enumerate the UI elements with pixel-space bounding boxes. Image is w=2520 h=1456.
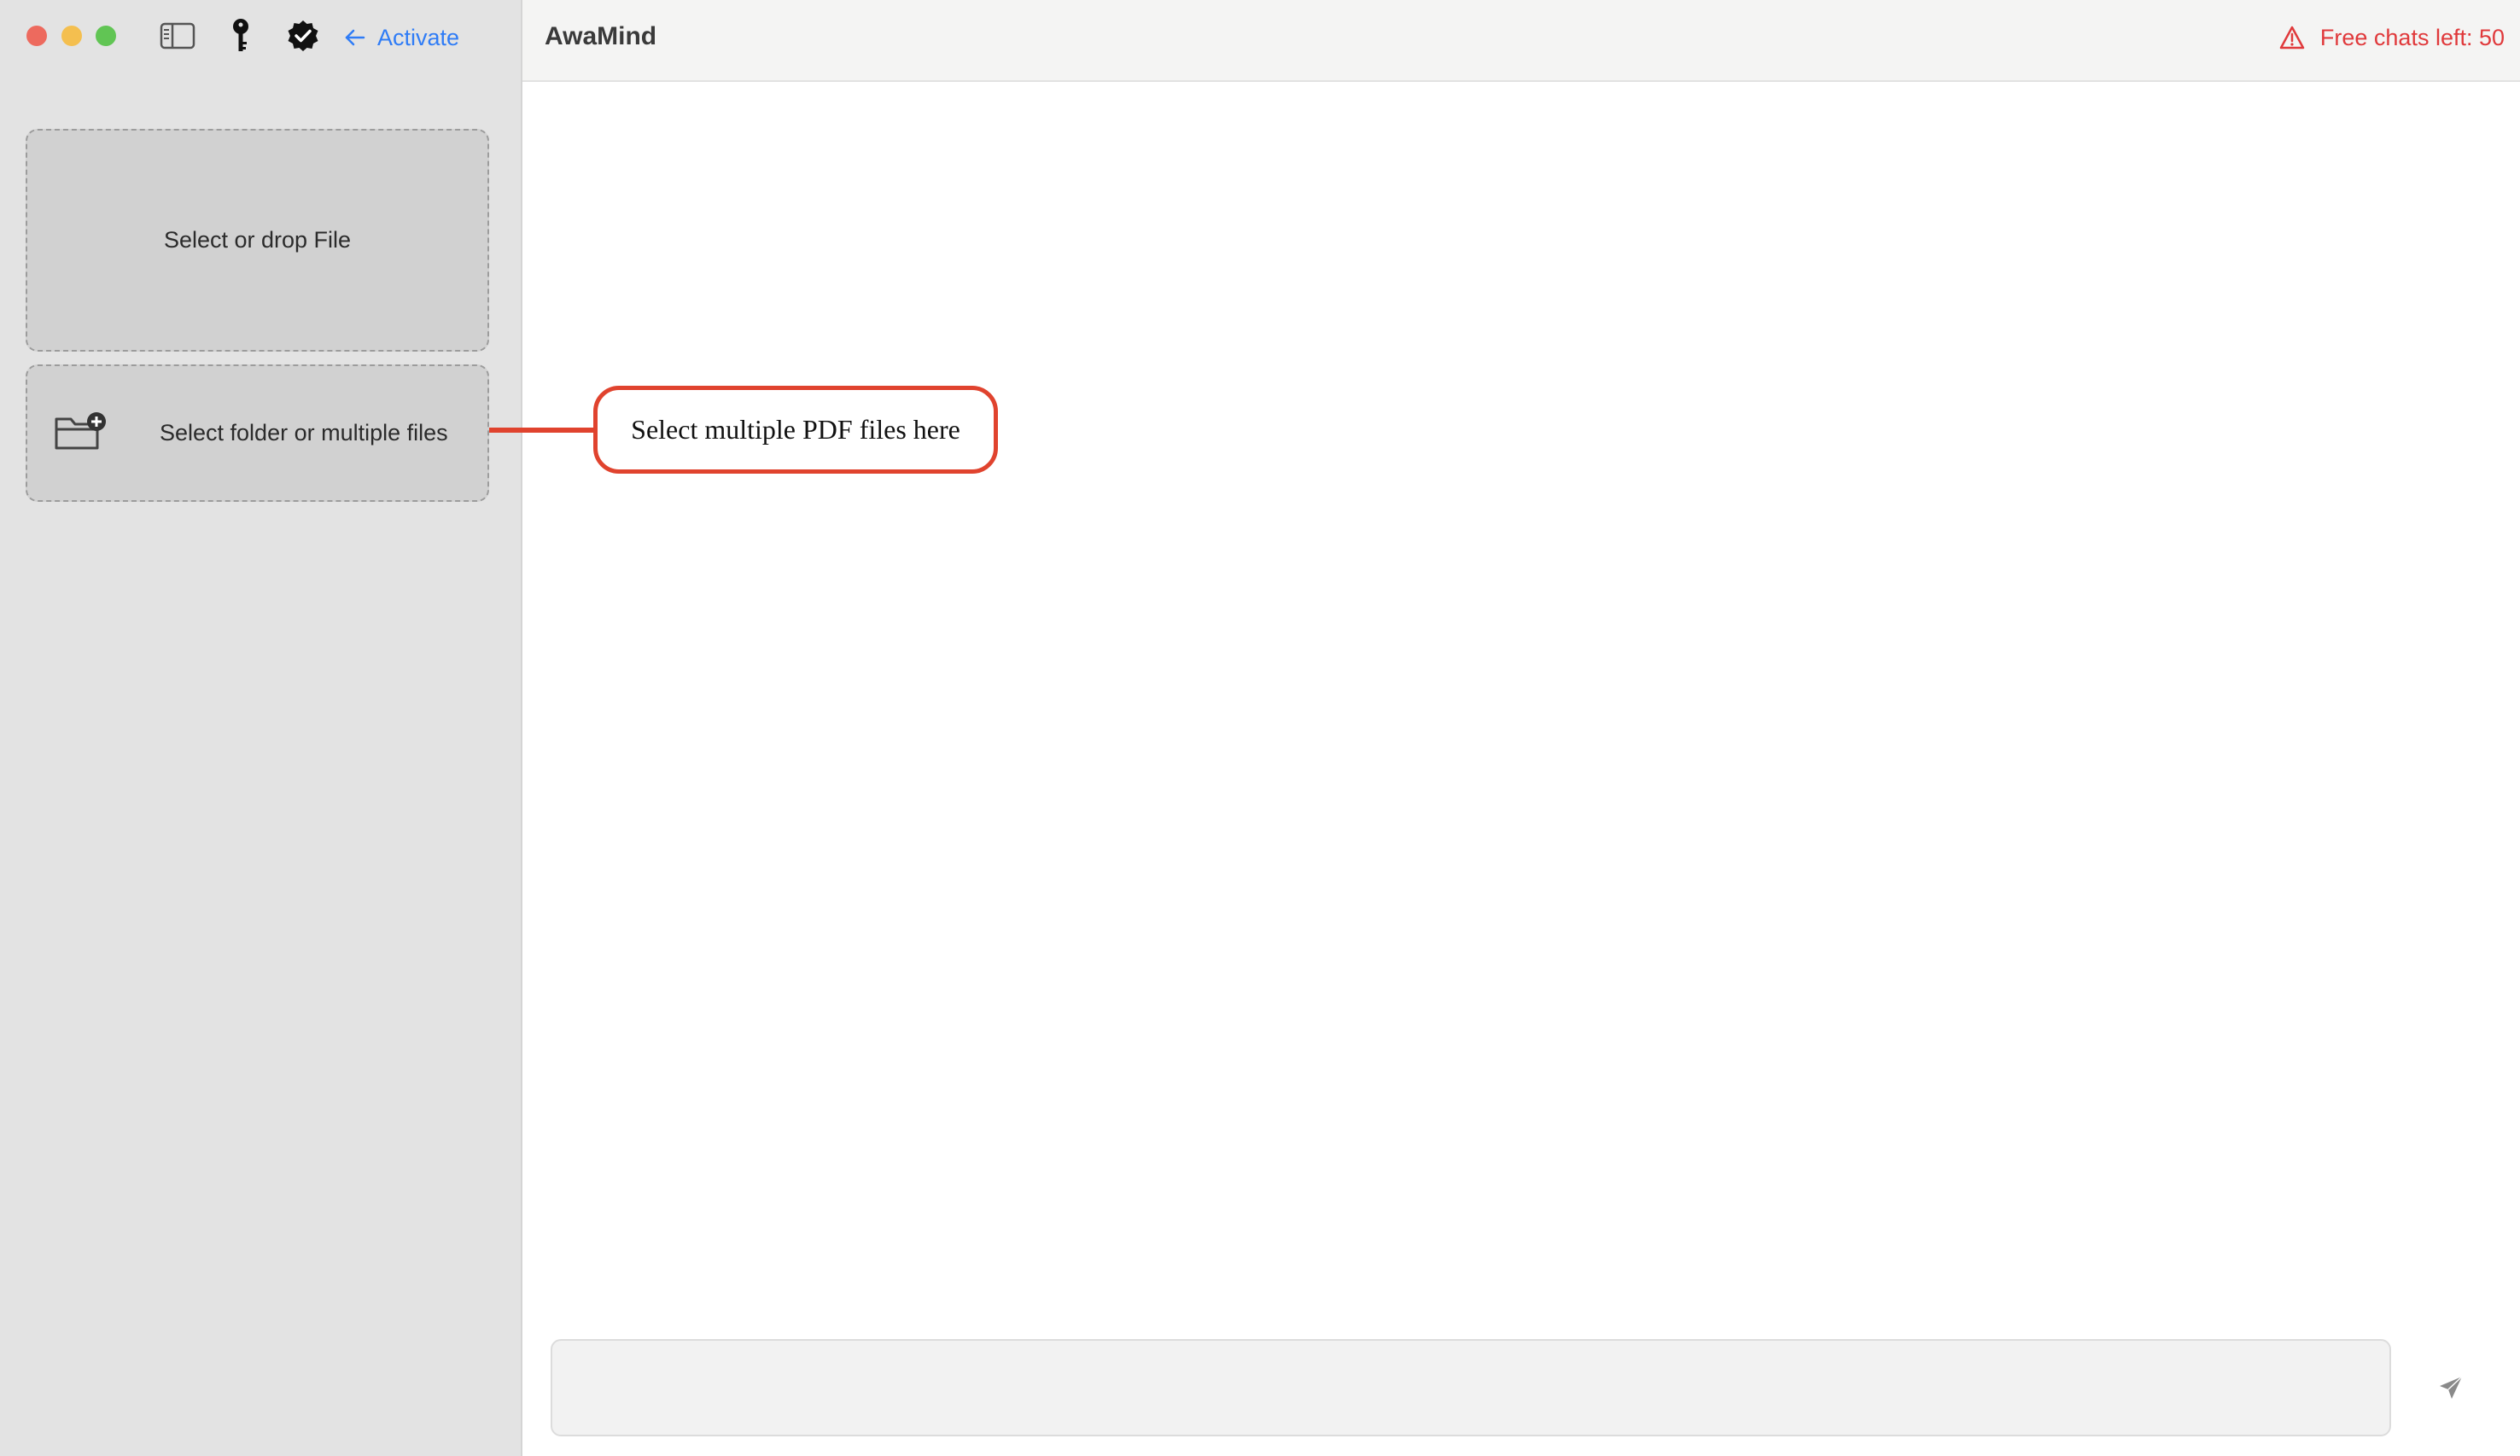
window-minimize-button[interactable] — [61, 26, 82, 46]
window-close-button[interactable] — [26, 26, 47, 46]
free-chats-indicator: Free chats left: 50 — [2279, 0, 2505, 75]
arrow-left-icon — [345, 29, 365, 46]
annotation-callout: Select multiple PDF files here — [593, 386, 998, 474]
send-icon — [2440, 1376, 2463, 1399]
folder-select-label: Select folder or multiple files — [160, 420, 448, 446]
folder-select-zone[interactable]: Select folder or multiple files — [26, 364, 489, 502]
verified-badge-icon[interactable] — [284, 19, 322, 53]
sidebar: Activate Select or drop File Select fold… — [0, 0, 522, 1456]
free-chats-label: Free chats left: 50 — [2319, 24, 2505, 50]
sidebar-toggle-icon[interactable] — [159, 19, 196, 53]
header-bar: AwaMind Free chats left: 50 — [522, 0, 2520, 82]
activate-label: Activate — [377, 24, 460, 50]
file-drop-zone[interactable]: Select or drop File — [26, 129, 489, 352]
send-button[interactable] — [2430, 1366, 2472, 1409]
app-title: AwaMind — [545, 22, 657, 50]
file-drop-label: Select or drop File — [163, 227, 352, 253]
app-window: Activate Select or drop File Select fold… — [0, 0, 2520, 1456]
callout-connector — [489, 428, 595, 433]
warning-icon — [2279, 26, 2305, 50]
callout-text: Select multiple PDF files here — [631, 414, 960, 445]
activate-link[interactable]: Activate — [345, 20, 459, 55]
chat-input[interactable] — [551, 1339, 2391, 1436]
window-maximize-button[interactable] — [96, 26, 116, 46]
folder-add-icon — [55, 412, 106, 450]
key-icon[interactable] — [222, 19, 260, 53]
